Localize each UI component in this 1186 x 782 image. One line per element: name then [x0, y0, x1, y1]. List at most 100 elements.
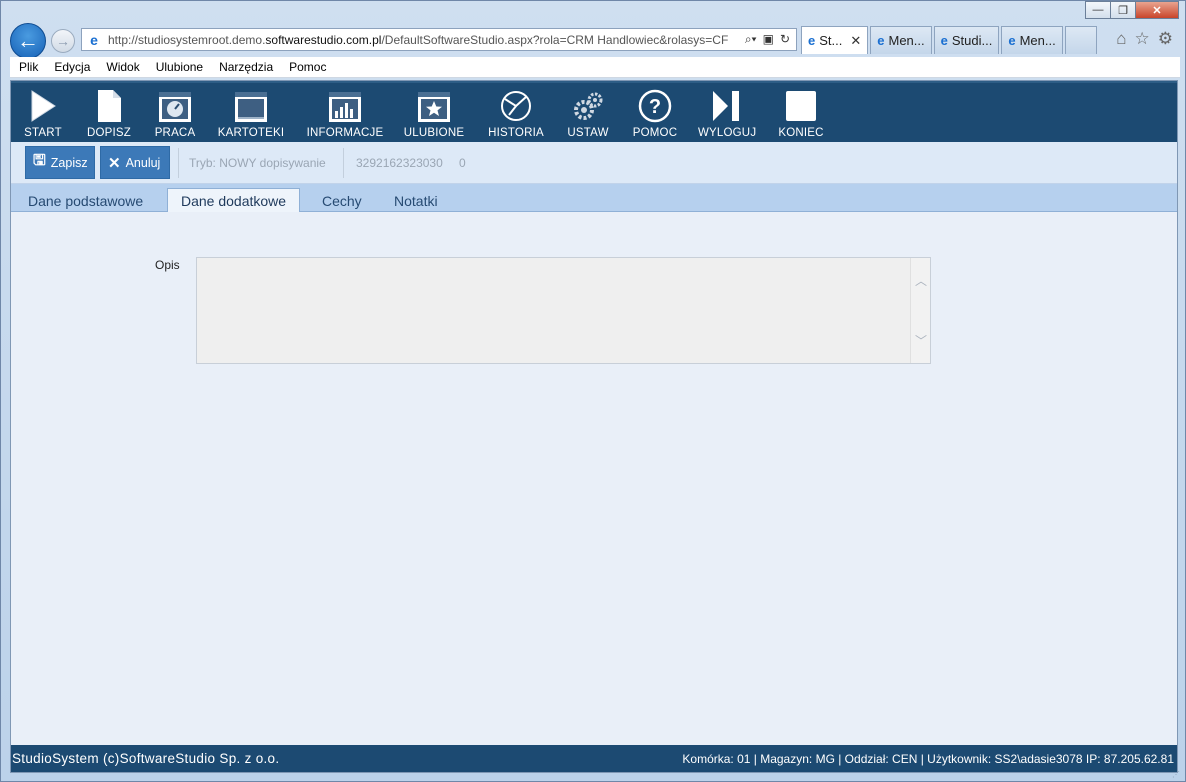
menu-item[interactable]: Plik [19, 60, 38, 74]
menu-bar: Plik Edycja Widok Ulubione Narzędzia Pom… [10, 57, 1180, 78]
tab-label: Notatki [394, 192, 438, 209]
toolbar-koniec-button[interactable]: KONIEC [776, 89, 826, 139]
form-content: Opis ︿ ﹀ [11, 212, 1177, 744]
chevron-up-icon[interactable]: ︿ [915, 272, 927, 289]
close-window-button[interactable]: ✕ [1135, 1, 1179, 19]
toolbar-praca-button[interactable]: PRACA [153, 89, 197, 139]
svg-text:?: ? [649, 96, 661, 118]
tab-label: Dane dodatkowe [181, 192, 287, 209]
play-icon [31, 90, 56, 122]
ie-tab-icon: e [808, 33, 816, 48]
chevron-down-icon[interactable]: ﹀ [915, 332, 927, 349]
back-button[interactable]: ← [10, 23, 46, 59]
browser-tab-label: Men... [1019, 33, 1056, 48]
cancel-button[interactable]: ✕ Anuluj [100, 146, 170, 179]
browser-tabs: e St... ✕ e Men... e Studi... e Men... [801, 26, 1099, 54]
toolbar-label: DOPISZ [86, 127, 131, 139]
toolbar-historia-button[interactable]: HISTORIA [485, 89, 547, 139]
browser-tab[interactable]: e Studi... [933, 26, 1000, 54]
main-toolbar: START DOPISZ PRACA KARTOTEKI INFORMACJE … [11, 81, 1177, 142]
window-icon [235, 92, 267, 122]
browser-tab-label: Studi... [951, 33, 993, 48]
browser-tab-label: Men... [888, 33, 925, 48]
address-tools: ⌕▾ ▣ ↻ [745, 32, 796, 47]
tab-dane-dodatkowe[interactable]: Dane dodatkowe [167, 188, 301, 213]
url-text[interactable]: http://studiosystemroot.demo.softwarestu… [108, 33, 728, 47]
browser-tab[interactable]: e St... ✕ [801, 26, 869, 54]
logout-icon [713, 91, 739, 121]
textarea-scrollbar[interactable]: ︿ ﹀ [910, 258, 930, 363]
toolbar-dopisz-button[interactable]: DOPISZ [84, 89, 134, 139]
favorites-star-icon[interactable]: ☆ [1135, 29, 1150, 49]
record-id: 3292162323030 [356, 156, 443, 170]
toolbar-wyloguj-button[interactable]: WYLOGUJ [698, 89, 756, 139]
compat-view-icon[interactable]: ▣ [763, 32, 774, 47]
toolbar-label: KARTOTEKI [217, 127, 285, 139]
ie-tab-icon: e [940, 33, 948, 48]
refresh-icon[interactable]: ↻ [780, 32, 790, 47]
browser-tab[interactable]: e Men... [1001, 26, 1063, 54]
url-prefix: http://studiosystemroot.demo. [108, 32, 266, 47]
toolbar-label: INFORMACJE [306, 127, 384, 139]
menu-item[interactable]: Widok [106, 60, 139, 74]
save-label: Zapisz [50, 155, 88, 170]
browser-window: — ❐ ✕ ← → e http://studiosystemroot.demo… [0, 0, 1186, 782]
browser-tab-label: St... [819, 33, 843, 48]
settings-gear-icon[interactable]: ⚙ [1158, 29, 1173, 49]
toolbar-label: ULUBIONE [403, 127, 465, 139]
resize-grip-icon[interactable]: ⋰ [1172, 770, 1184, 780]
minimize-button[interactable]: — [1085, 1, 1111, 19]
search-icon[interactable]: ⌕▾ [745, 32, 757, 47]
new-tab-button[interactable] [1064, 26, 1097, 54]
restore-button[interactable]: ❐ [1110, 1, 1136, 19]
tab-label: Dane podstawowe [28, 192, 144, 209]
tab-dane-podstawowe[interactable]: Dane podstawowe [15, 188, 156, 213]
tab-notatki[interactable]: Notatki [381, 188, 451, 213]
opis-label: Opis [155, 258, 180, 272]
divider [178, 148, 179, 178]
tab-cechy[interactable]: Cechy [309, 188, 375, 213]
bar-chart-icon [329, 92, 361, 122]
toolbar-label: KONIEC [778, 127, 824, 139]
toolbar-start-button[interactable]: START [23, 89, 63, 139]
menu-item[interactable]: Pomoc [289, 60, 326, 74]
status-bar: StudioSystem (c)SoftwareStudio Sp. z o.o… [11, 745, 1177, 772]
home-icon[interactable]: ⌂ [1116, 29, 1126, 49]
cancel-label: Anuluj [125, 155, 161, 170]
opis-textarea[interactable]: ︿ ﹀ [196, 257, 931, 364]
toolbar-label: WYLOGUJ [698, 127, 757, 139]
forward-button[interactable]: → [51, 29, 75, 53]
menu-item[interactable]: Edycja [54, 60, 90, 74]
menu-item[interactable]: Ulubione [156, 60, 203, 74]
ie-tab-icon: e [1008, 33, 1016, 48]
toolbar-ustaw-button[interactable]: USTAW [566, 89, 610, 139]
menu-item[interactable]: Narzędzia [219, 60, 273, 74]
browser-tab[interactable]: e Men... [870, 26, 932, 54]
url-domain: softwarestudio.com.pl [265, 32, 382, 47]
ie-page-icon: e [90, 31, 98, 48]
toolbar-kartoteki-button[interactable]: KARTOTEKI [216, 89, 286, 139]
toolbar-ulubione-button[interactable]: ULUBIONE [403, 89, 465, 139]
save-icon: 🖫 [33, 152, 46, 169]
star-icon [418, 92, 450, 122]
save-button[interactable]: 🖫 Zapisz [25, 146, 95, 179]
address-bar[interactable]: e http://studiosystemroot.demo.softwares… [81, 28, 797, 51]
document-icon [98, 90, 121, 122]
toolbar-informacje-button[interactable]: INFORMACJE [306, 89, 384, 139]
stop-icon [786, 91, 816, 121]
gauge-icon [159, 92, 191, 122]
ie-tab-icon: e [877, 33, 885, 48]
url-suffix: /DefaultSoftwareStudio.aspx?rola=CRM Han… [381, 32, 728, 47]
toolbar-pomoc-button[interactable]: ? POMOC [631, 89, 679, 139]
action-bar: 🖫 Zapisz ✕ Anuluj Tryb: NOWY dopisywanie… [11, 142, 1177, 184]
copyright-text: StudioSystem (c)SoftwareStudio Sp. z o.o… [12, 751, 280, 766]
mode-text: Tryb: NOWY dopisywanie [189, 156, 326, 170]
close-tab-icon[interactable]: ✕ [850, 33, 861, 49]
app-area: START DOPISZ PRACA KARTOTEKI INFORMACJE … [10, 80, 1178, 773]
window-controls: — ❐ ✕ [1085, 1, 1179, 19]
navigation-row: ← → e http://studiosystemroot.demo.softw… [1, 23, 1185, 59]
form-tabs: Dane podstawowe Dane dodatkowe Cechy Not… [11, 184, 1177, 213]
forward-arrow-icon: → [56, 33, 70, 49]
history-icon [501, 91, 531, 121]
toolbar-label: POMOC [632, 127, 678, 139]
